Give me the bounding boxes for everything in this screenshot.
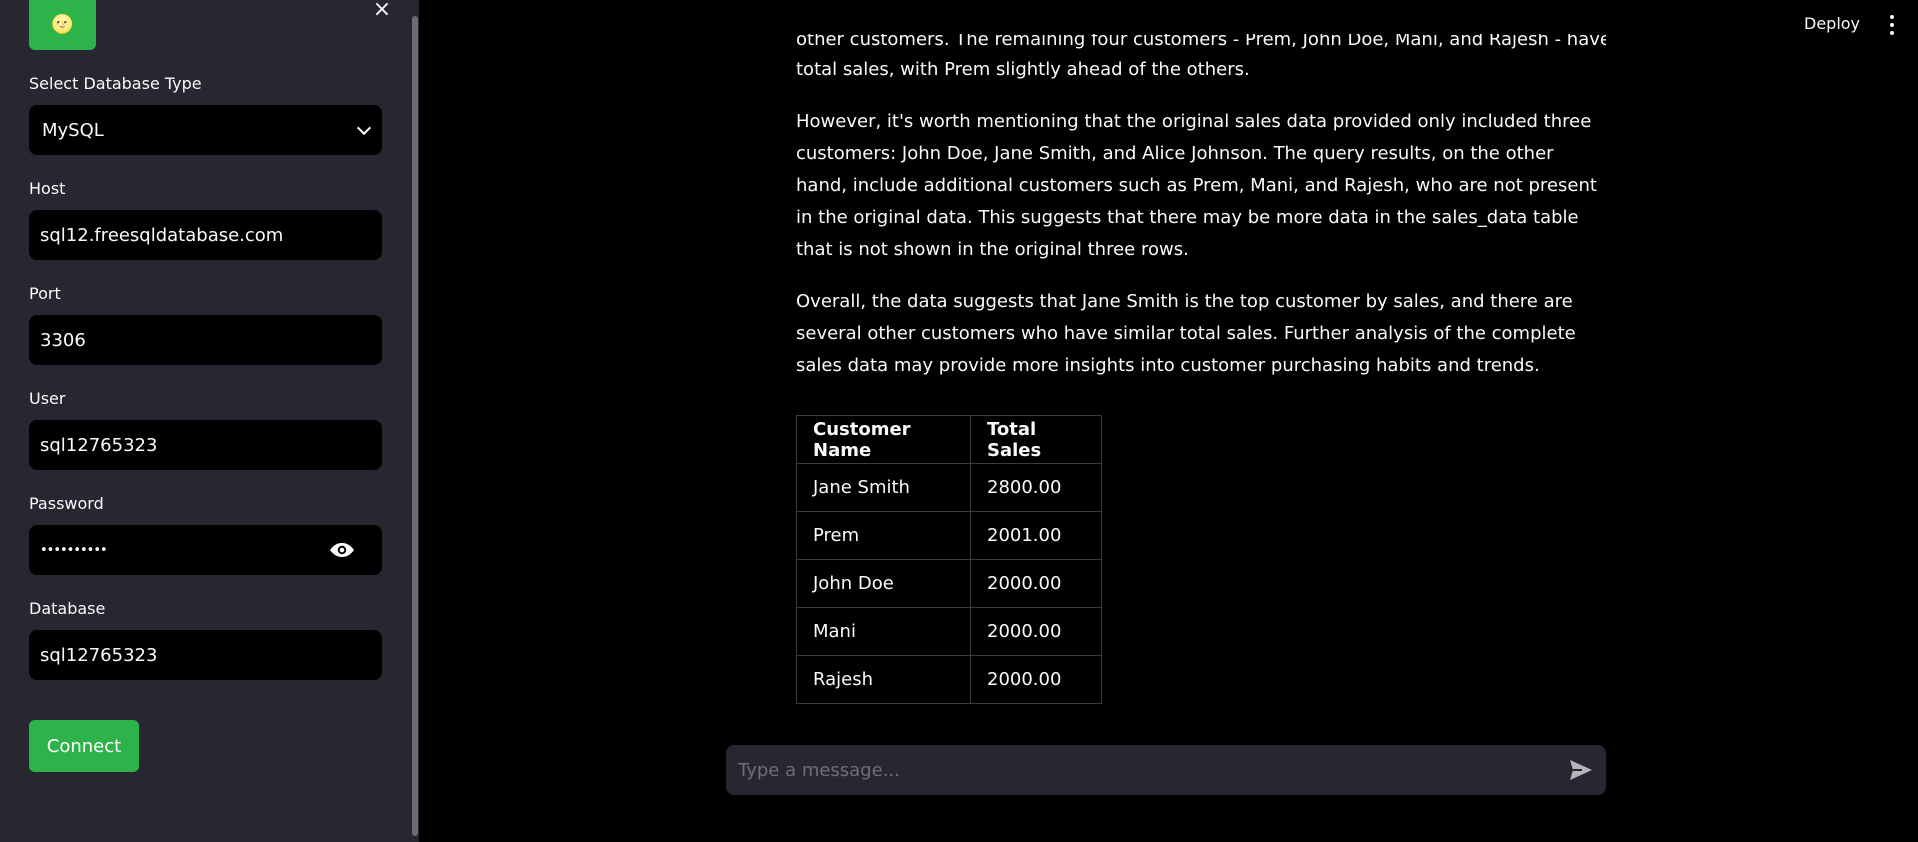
user-label: User <box>29 389 66 408</box>
table-cell: 2000.00 <box>970 655 1102 704</box>
table-cell: 2001.00 <box>970 511 1102 560</box>
port-value: 3306 <box>40 329 86 351</box>
db-type-label: Select Database Type <box>29 74 202 93</box>
results-table: Customer Name Total Sales Jane Smith 280… <box>796 415 1102 704</box>
deploy-button[interactable]: Deploy <box>1804 14 1860 33</box>
table-cell: John Doe <box>796 559 971 608</box>
message-paragraph-1-tail: total sales, with Prem slightly ahead of… <box>796 59 1250 80</box>
send-icon[interactable] <box>1568 758 1594 782</box>
database-value: sql12765323 <box>40 644 158 666</box>
user-input[interactable]: sql12765323 <box>29 420 382 470</box>
logo-icon[interactable]: 🌝 <box>29 0 96 50</box>
table-row: John Doe 2000.00 <box>796 559 1102 608</box>
host-value: sql12.freesqldatabase.com <box>40 224 284 246</box>
table-cell: Jane Smith <box>796 463 971 512</box>
password-value: •••••••••• <box>40 542 108 558</box>
table-cell: 2800.00 <box>970 463 1102 512</box>
db-type-select[interactable]: MySQL <box>29 105 382 155</box>
password-input[interactable]: •••••••••• <box>29 525 382 575</box>
port-label: Port <box>29 284 61 303</box>
column-header-customer-name: Customer Name <box>796 415 971 464</box>
connect-button[interactable]: Connect <box>29 720 139 772</box>
chat-message-input[interactable] <box>738 759 1568 781</box>
sidebar-scrollbar[interactable] <box>412 16 418 836</box>
table-row: Rajesh 2000.00 <box>796 655 1102 704</box>
message-paragraph-3: Overall, the data suggests that Jane Smi… <box>796 291 1576 376</box>
table-cell: 2000.00 <box>970 607 1102 656</box>
database-input[interactable]: sql12765323 <box>29 630 382 680</box>
table-header-row: Customer Name Total Sales <box>796 415 1102 464</box>
password-label: Password <box>29 494 104 513</box>
table-cell: Rajesh <box>796 655 971 704</box>
message-paragraph-2: However, it's worth mentioning that the … <box>796 111 1597 260</box>
table-row: Jane Smith 2800.00 <box>796 463 1102 512</box>
database-label: Database <box>29 599 106 618</box>
message-cut-line: other customers. The remaining four cust… <box>796 34 1606 50</box>
table-cell: 2000.00 <box>970 559 1102 608</box>
column-header-total-sales: Total Sales <box>970 415 1102 464</box>
logo-glyph: 🌝 <box>51 13 74 35</box>
close-icon[interactable]: × <box>370 0 394 22</box>
sidebar: 🌝 × Select Database Type MySQL Host sql1… <box>0 0 419 842</box>
host-label: Host <box>29 179 66 198</box>
chat-input-bar <box>726 745 1606 795</box>
db-type-value: MySQL <box>42 119 104 141</box>
table-row: Prem 2001.00 <box>796 511 1102 560</box>
user-value: sql12765323 <box>40 434 158 456</box>
table-cell: Prem <box>796 511 971 560</box>
host-input[interactable]: sql12.freesqldatabase.com <box>29 210 382 260</box>
port-input[interactable]: 3306 <box>29 315 382 365</box>
chevron-down-icon <box>357 123 371 137</box>
table-row: Mani 2000.00 <box>796 607 1102 656</box>
assistant-message: other customers. The remaining four cust… <box>796 34 1606 382</box>
table-cell: Mani <box>796 607 971 656</box>
kebab-menu-icon[interactable] <box>1888 15 1896 35</box>
eye-icon[interactable] <box>329 541 355 559</box>
